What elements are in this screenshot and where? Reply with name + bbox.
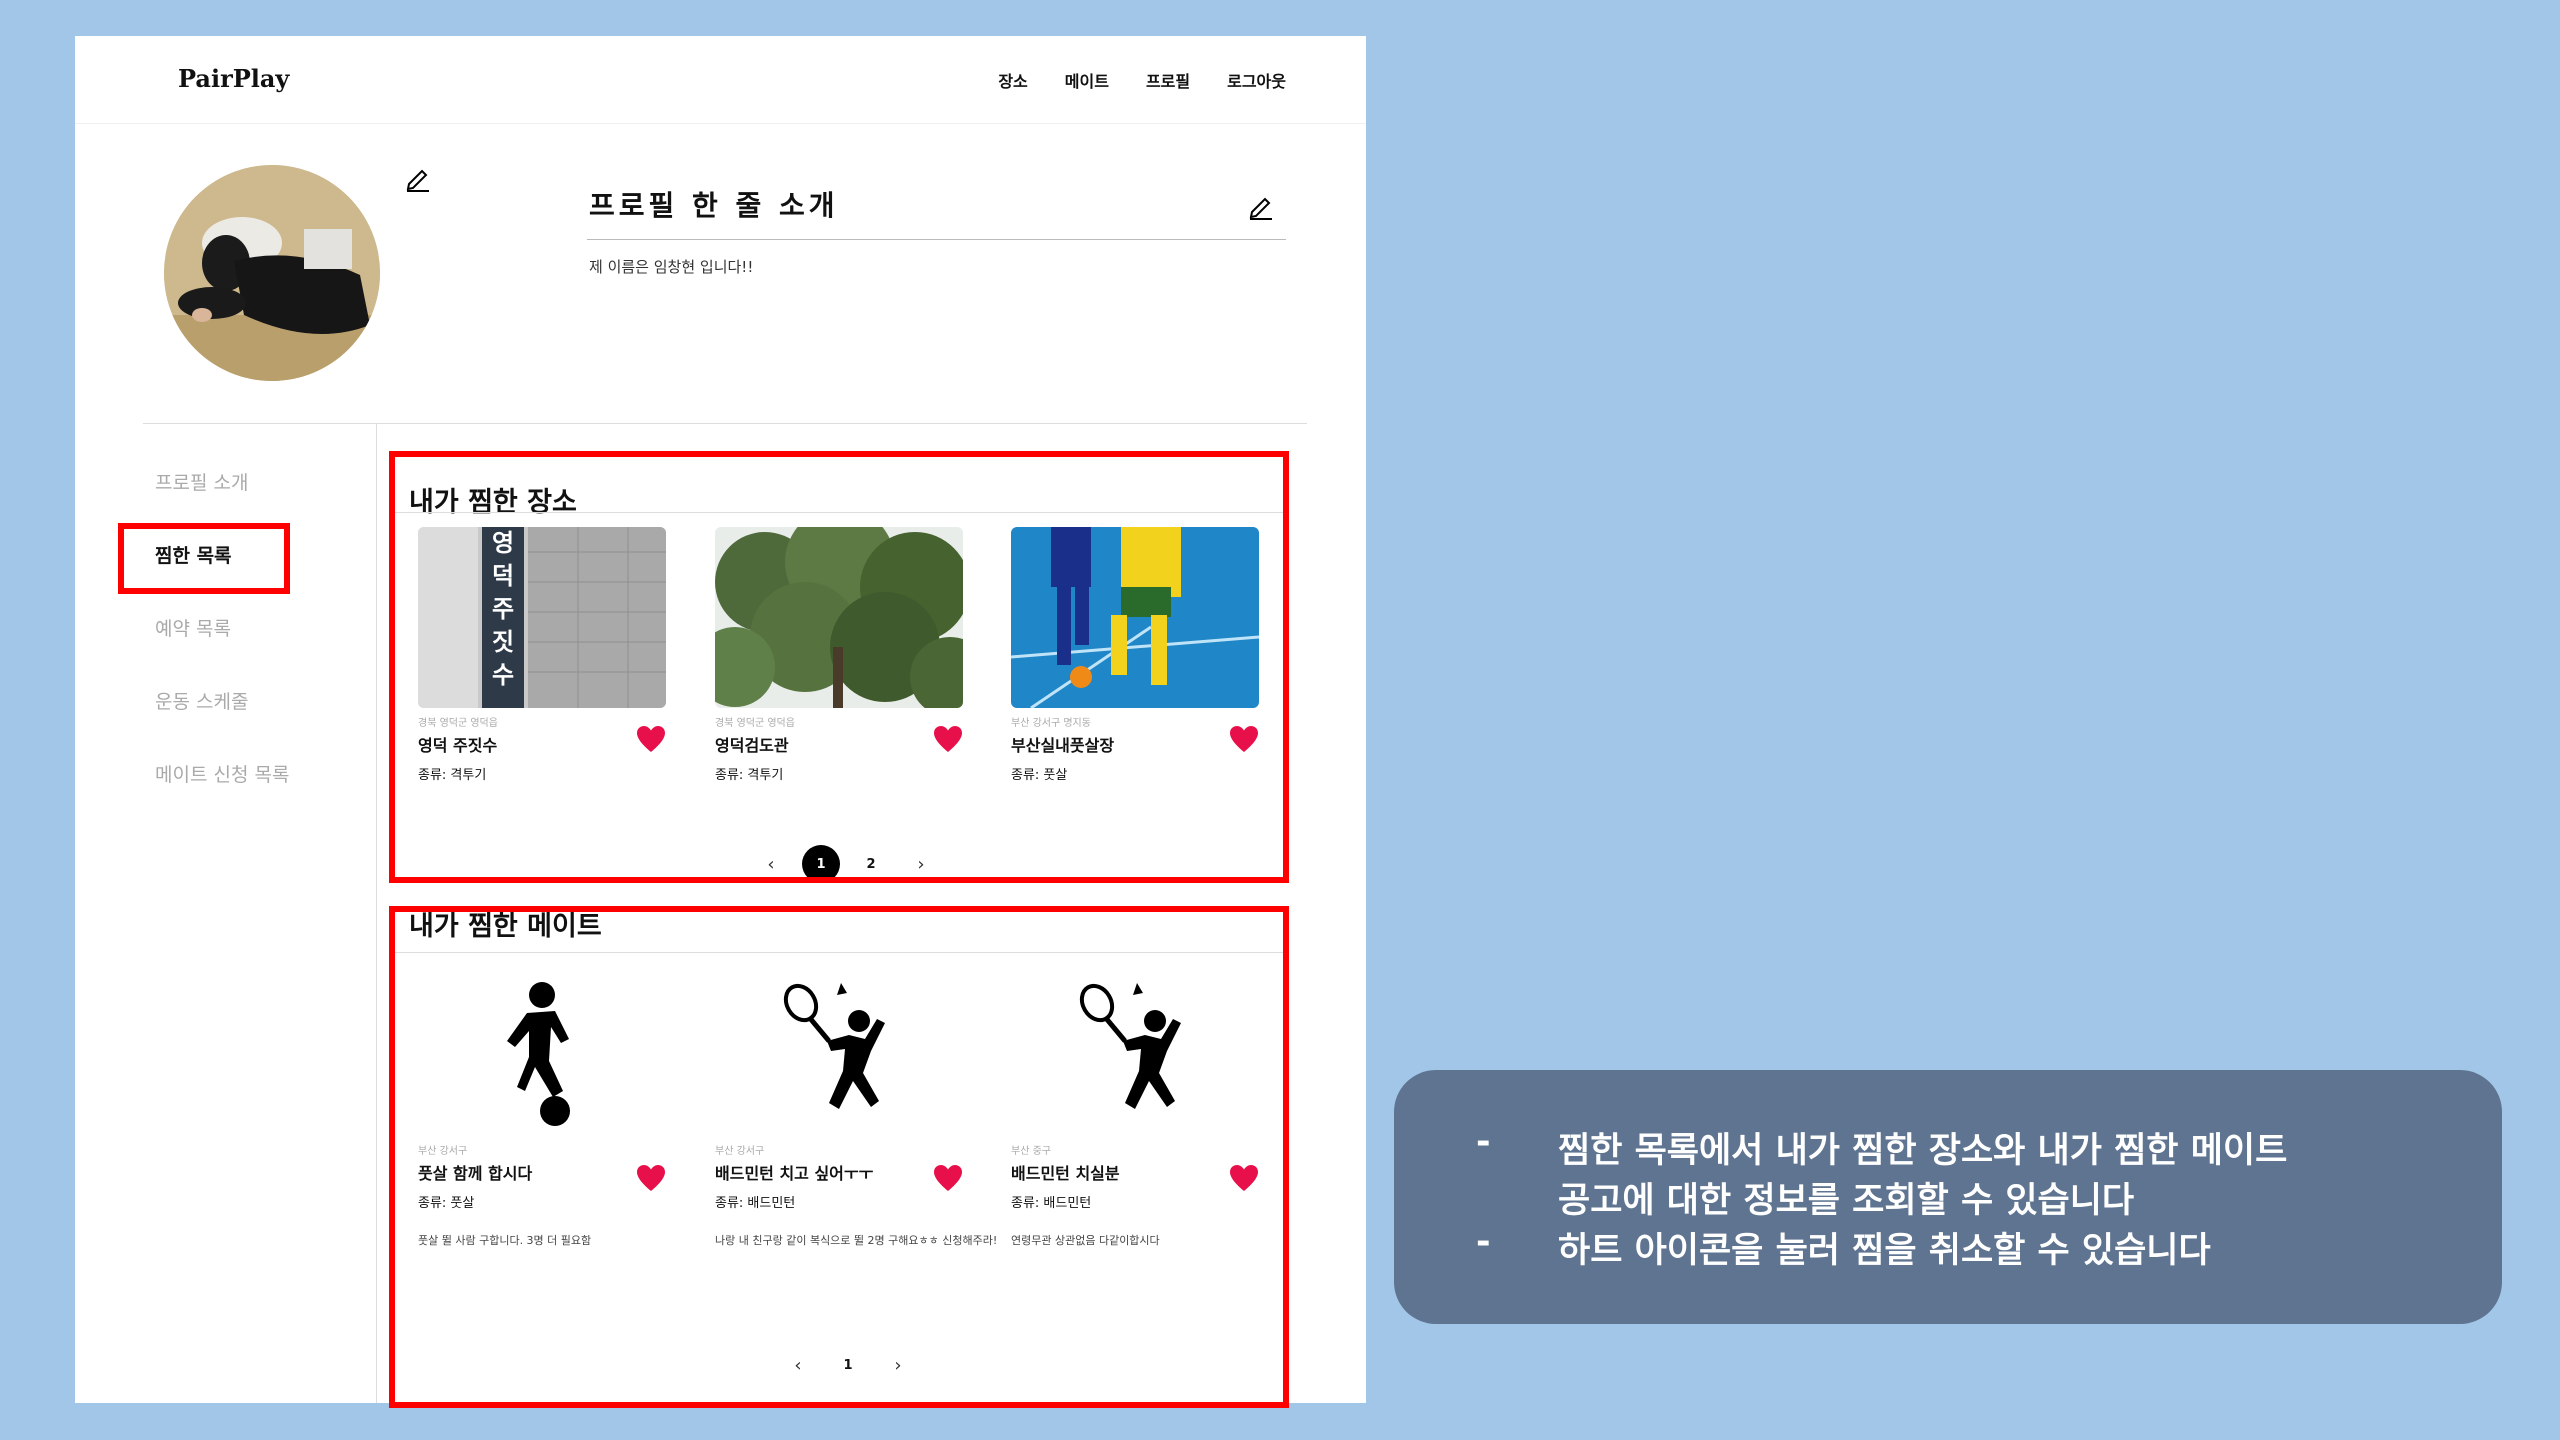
place-type: 종류: 격투기 bbox=[418, 768, 487, 783]
place-thumbnail[interactable] bbox=[715, 527, 963, 708]
badminton-player-icon bbox=[1011, 976, 1259, 1136]
heart-icon[interactable] bbox=[636, 1164, 666, 1192]
mate-location: 부산 강서구 bbox=[418, 1146, 468, 1157]
mate-type: 종류: 풋살 bbox=[418, 1196, 475, 1211]
mate-card: 부산 강서구 풋살 함께 합시다 종류: 풋살 풋살 뛸 사람 구합니다. 3명… bbox=[418, 976, 666, 1249]
edit-avatar-pencil-icon[interactable] bbox=[404, 164, 432, 192]
heart-icon[interactable] bbox=[933, 1164, 963, 1192]
sidebar-item-schedule[interactable]: 운동 스케줄 bbox=[155, 687, 248, 714]
next-page-chevron-icon[interactable]: › bbox=[879, 1346, 917, 1384]
mate-post-title[interactable]: 배드민턴 치실분 bbox=[1011, 1160, 1259, 1184]
callout-line-3: - 하트 아이콘을 눌러 찜을 취소할 수 있습니다 bbox=[1476, 1222, 2211, 1271]
logo[interactable]: PairPlay bbox=[178, 64, 289, 93]
mate-type: 종류: 배드민턴 bbox=[715, 1196, 796, 1211]
places-section-title: 내가 찜한 장소 bbox=[409, 487, 577, 518]
mate-description: 연령무관 상관없음 다같이합시다 bbox=[1011, 1234, 1160, 1247]
callout-line-1: - 찜한 목록에서 내가 찜한 장소와 내가 찜한 메이트 bbox=[1476, 1122, 2288, 1171]
nav-link-mates[interactable]: 메이트 bbox=[1065, 68, 1109, 92]
heart-icon[interactable] bbox=[1229, 1164, 1259, 1192]
soccer-player-icon bbox=[418, 976, 666, 1136]
sidebar-item-mate-requests[interactable]: 메이트 신청 목록 bbox=[155, 760, 289, 787]
place-card: 부산 강서구 명지동 부산실내풋살장 종류: 풋살 bbox=[1011, 527, 1259, 783]
avatar bbox=[164, 165, 380, 381]
places-pagination: ‹ 1 2 › bbox=[746, 845, 946, 883]
prev-page-chevron-icon[interactable]: ‹ bbox=[752, 845, 790, 883]
badminton-player-icon bbox=[715, 976, 963, 1136]
nav-link-places[interactable]: 장소 bbox=[998, 68, 1027, 92]
sidebar-item-reservations[interactable]: 예약 목록 bbox=[155, 614, 231, 641]
intro-divider bbox=[587, 239, 1286, 240]
mate-type: 종류: 배드민턴 bbox=[1011, 1196, 1092, 1211]
mate-card: 부산 중구 배드민턴 치실분 종류: 배드민턴 연령무관 상관없음 다같이합시다 bbox=[1011, 976, 1259, 1249]
place-type: 종류: 격투기 bbox=[715, 768, 784, 783]
place-thumbnail[interactable] bbox=[1011, 527, 1259, 708]
app-window: PairPlay 장소 메이트 프로필 로그아웃 프로필 한 줄 소개 제 이름… bbox=[75, 36, 1366, 1408]
mate-description: 나랑 내 친구랑 같이 복식으로 뛸 2명 구해요ㅎㅎ 신청해주라! bbox=[715, 1234, 998, 1247]
nav-links: 장소 메이트 프로필 로그아웃 bbox=[998, 68, 1286, 92]
place-location: 경북 영덕군 영덕읍 bbox=[418, 718, 498, 729]
place-location: 경북 영덕군 영덕읍 bbox=[715, 718, 795, 729]
places-section-rule bbox=[395, 512, 1283, 513]
edit-intro-pencil-icon[interactable] bbox=[1247, 192, 1275, 220]
top-nav: PairPlay 장소 메이트 프로필 로그아웃 bbox=[75, 36, 1366, 124]
mates-section-title: 내가 찜한 메이트 bbox=[409, 911, 602, 942]
mate-post-title[interactable]: 배드민턴 치고 싶어ㅜㅜ bbox=[715, 1160, 963, 1184]
mate-card: 부산 강서구 배드민턴 치고 싶어ㅜㅜ 종류: 배드민턴 나랑 내 친구랑 같이… bbox=[715, 976, 997, 1249]
nav-link-logout[interactable]: 로그아웃 bbox=[1227, 68, 1286, 92]
place-name[interactable]: 영덕검도관 bbox=[715, 732, 963, 756]
callout-line-2: 공고에 대한 정보를 조회할 수 있습니다 bbox=[1558, 1181, 2135, 1221]
place-name[interactable]: 영덕 주짓수 bbox=[418, 732, 666, 756]
page-button[interactable]: 1 bbox=[829, 1346, 867, 1384]
mate-post-title[interactable]: 풋살 함께 합시다 bbox=[418, 1160, 666, 1184]
place-location: 부산 강서구 명지동 bbox=[1011, 718, 1091, 729]
prev-page-chevron-icon[interactable]: ‹ bbox=[779, 1346, 817, 1384]
page-button[interactable]: 1 bbox=[802, 845, 840, 883]
nav-link-profile[interactable]: 프로필 bbox=[1146, 68, 1190, 92]
mate-location: 부산 강서구 bbox=[715, 1146, 765, 1157]
profile-divider bbox=[143, 423, 1307, 424]
place-name[interactable]: 부산실내풋살장 bbox=[1011, 732, 1259, 756]
mate-description: 풋살 뛸 사람 구합니다. 3명 더 필요함 bbox=[418, 1234, 592, 1247]
next-page-chevron-icon[interactable]: › bbox=[902, 845, 940, 883]
intro-text: 제 이름은 임창현 입니다!! bbox=[589, 258, 754, 276]
page-button[interactable]: 2 bbox=[852, 845, 890, 883]
place-type: 종류: 풋살 bbox=[1011, 768, 1068, 783]
mates-pagination: ‹ 1 › bbox=[773, 1346, 923, 1384]
heart-icon[interactable] bbox=[636, 725, 666, 753]
explanation-callout: - 찜한 목록에서 내가 찜한 장소와 내가 찜한 메이트 공고에 대한 정보를… bbox=[1394, 1070, 2502, 1324]
sidebar-item-profile[interactable]: 프로필 소개 bbox=[155, 468, 248, 495]
place-card: 영덕주짓수 경북 영덕군 영덕읍 영덕 주짓수 종류: 격투기 bbox=[418, 527, 666, 783]
place-sign-text: 영덕주짓수 bbox=[491, 529, 515, 689]
mate-location: 부산 중구 bbox=[1011, 1146, 1051, 1157]
heart-icon[interactable] bbox=[933, 725, 963, 753]
intro-title: 프로필 한 줄 소개 bbox=[589, 189, 839, 222]
place-thumbnail[interactable] bbox=[418, 527, 666, 708]
sidebar-item-wishlist[interactable]: 찜한 목록 bbox=[155, 541, 232, 568]
mates-section-rule bbox=[395, 952, 1283, 953]
heart-icon[interactable] bbox=[1229, 725, 1259, 753]
place-card: 경북 영덕군 영덕읍 영덕검도관 종류: 격투기 bbox=[715, 527, 963, 783]
sidebar-divider bbox=[376, 424, 377, 1403]
